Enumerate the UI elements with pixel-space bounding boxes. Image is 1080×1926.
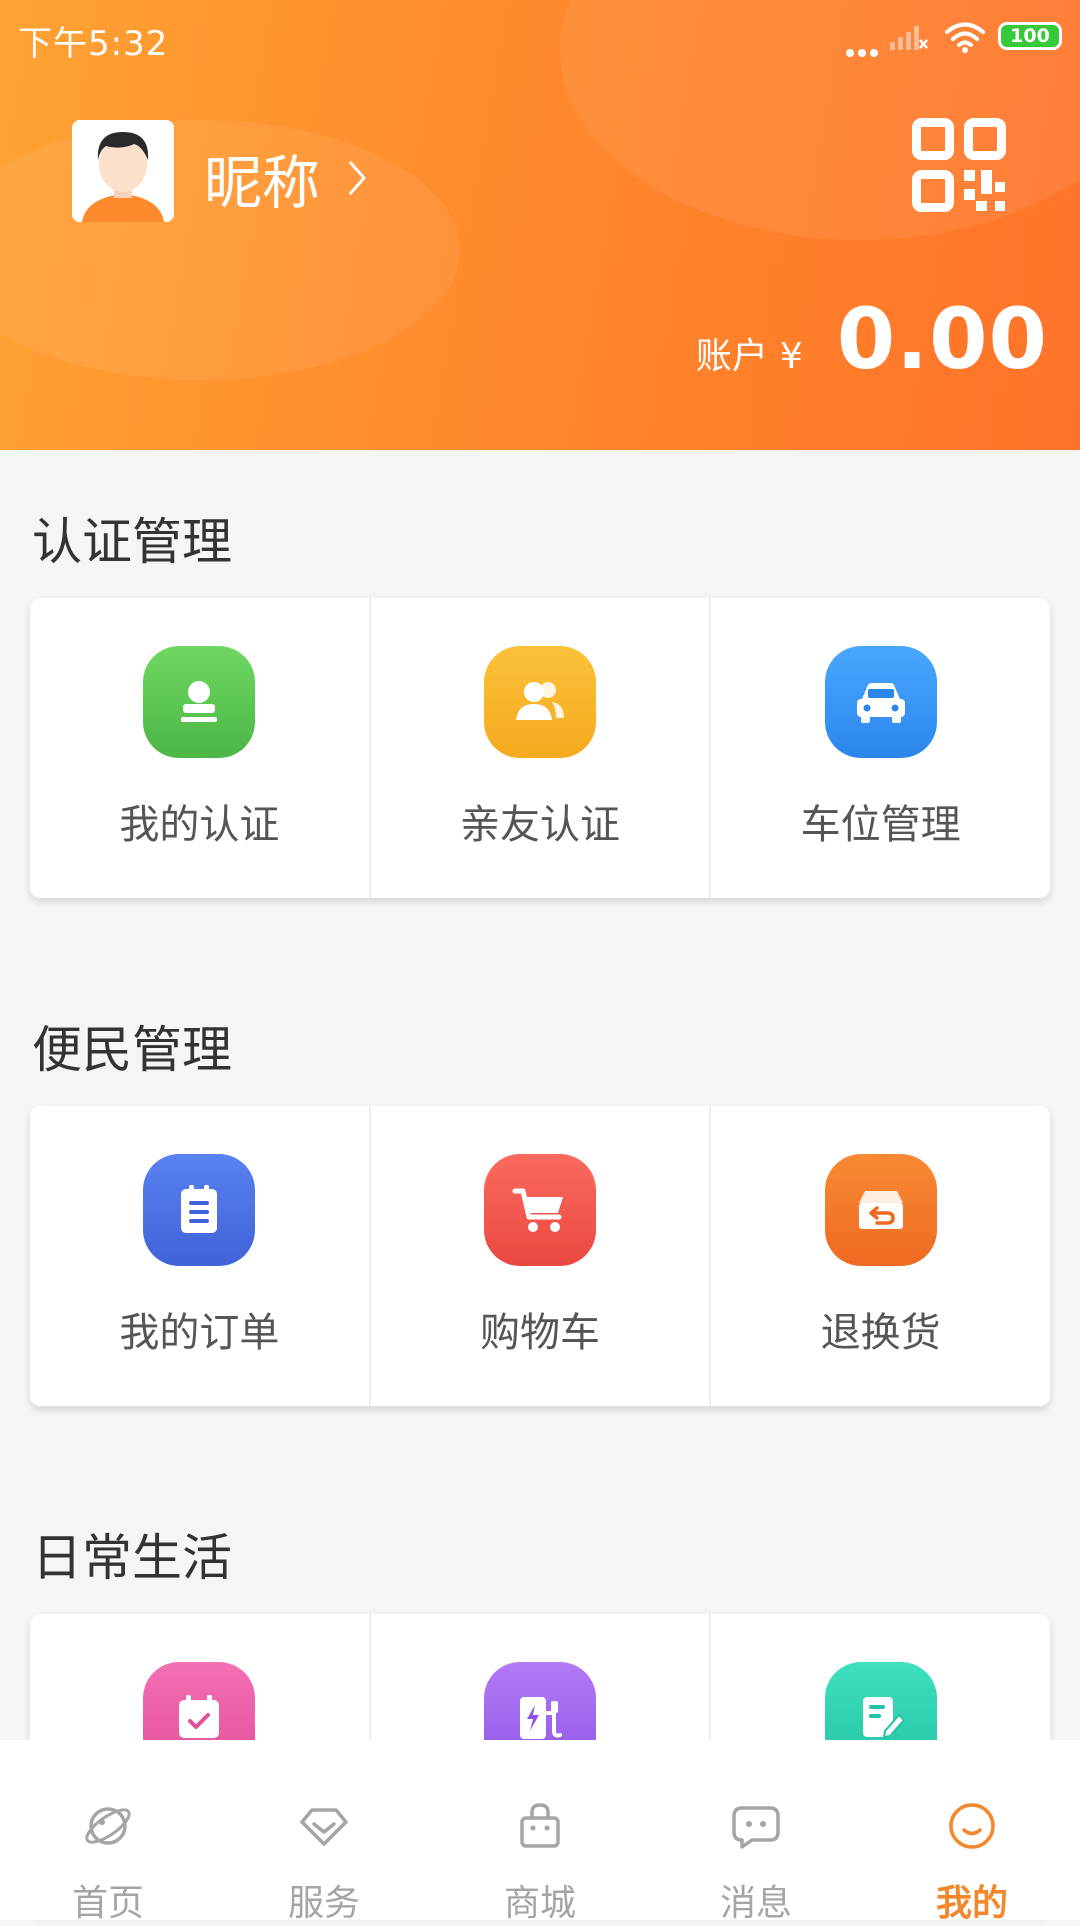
chevron-right-icon — [348, 161, 367, 195]
returns-label: 退换货 — [820, 1310, 941, 1356]
chat-bubble-icon — [732, 1806, 780, 1849]
parking-management-label: 车位管理 — [800, 802, 961, 848]
more-dots-icon — [846, 42, 882, 61]
users-icon — [484, 646, 596, 758]
bottom-tab-bar: 首页 服务 商城 消息 我的 — [0, 1740, 1080, 1924]
diamond-icon — [300, 1808, 348, 1846]
tab-mine-label: 我的 — [935, 1883, 1008, 1924]
my-orders-label: 我的订单 — [119, 1310, 280, 1356]
tab-home[interactable]: 首页 — [0, 1740, 216, 1924]
currency-symbol: ¥ — [779, 336, 803, 377]
profile-header: 下午5:32 100 昵称 账户 ¥ 0.00 — [0, 0, 1080, 450]
car-icon — [824, 646, 937, 758]
shopping-cart-label: 购物车 — [480, 1310, 600, 1356]
status-time: 下午5:32 — [18, 24, 169, 64]
cart-icon — [484, 1154, 596, 1266]
returns-button[interactable]: 退换货 — [711, 1106, 1050, 1406]
balance-label: 账户 — [695, 336, 768, 377]
my-certification-label: 我的认证 — [119, 802, 280, 848]
wifi-icon — [945, 22, 985, 53]
section-title-convenience: 便民管理 — [32, 1021, 232, 1079]
parking-management-button[interactable]: 车位管理 — [711, 598, 1050, 898]
signal-icon — [890, 26, 928, 50]
shopping-bag-icon — [520, 1803, 560, 1848]
balance-value: 0.00 — [836, 290, 1048, 388]
order-list-icon — [143, 1154, 256, 1266]
my-orders-button[interactable]: 我的订单 — [30, 1106, 371, 1406]
tab-mall[interactable]: 商城 — [432, 1740, 648, 1924]
avatar-image — [72, 120, 174, 222]
status-bar: 下午5:32 100 — [0, 0, 1080, 76]
tab-home-label: 首页 — [71, 1883, 144, 1924]
section-title-daily-life: 日常生活 — [32, 1529, 232, 1587]
section-title-certification: 认证管理 — [32, 513, 232, 571]
nickname: 昵称 — [204, 149, 321, 217]
qr-code-icon[interactable] — [912, 118, 1006, 212]
family-certification-label: 亲友认证 — [460, 802, 620, 848]
avatar[interactable] — [72, 120, 174, 222]
convenience-card: 我的订单 购物车 退换货 — [30, 1106, 1050, 1406]
account-balance[interactable]: 账户 ¥ 0.00 — [696, 290, 1048, 388]
tab-messages-label: 消息 — [719, 1883, 792, 1924]
smile-icon — [949, 1803, 995, 1849]
nickname-link[interactable]: 昵称 — [204, 136, 368, 220]
family-certification-button[interactable]: 亲友认证 — [371, 598, 712, 898]
tab-mine[interactable]: 我的 — [864, 1740, 1080, 1924]
tab-messages[interactable]: 消息 — [648, 1740, 864, 1924]
tab-mall-label: 商城 — [503, 1883, 576, 1924]
battery-indicator: 100 — [998, 22, 1062, 50]
shopping-cart-button[interactable]: 购物车 — [371, 1106, 712, 1406]
certification-card: 我的认证 亲友认证 车位管理 — [30, 598, 1050, 898]
stamp-icon — [143, 646, 256, 758]
tab-service[interactable]: 服务 — [216, 1740, 432, 1924]
planet-icon — [85, 1807, 131, 1845]
tab-service-label: 服务 — [287, 1883, 360, 1924]
return-box-icon — [824, 1154, 937, 1266]
my-certification-button[interactable]: 我的认证 — [30, 598, 371, 898]
